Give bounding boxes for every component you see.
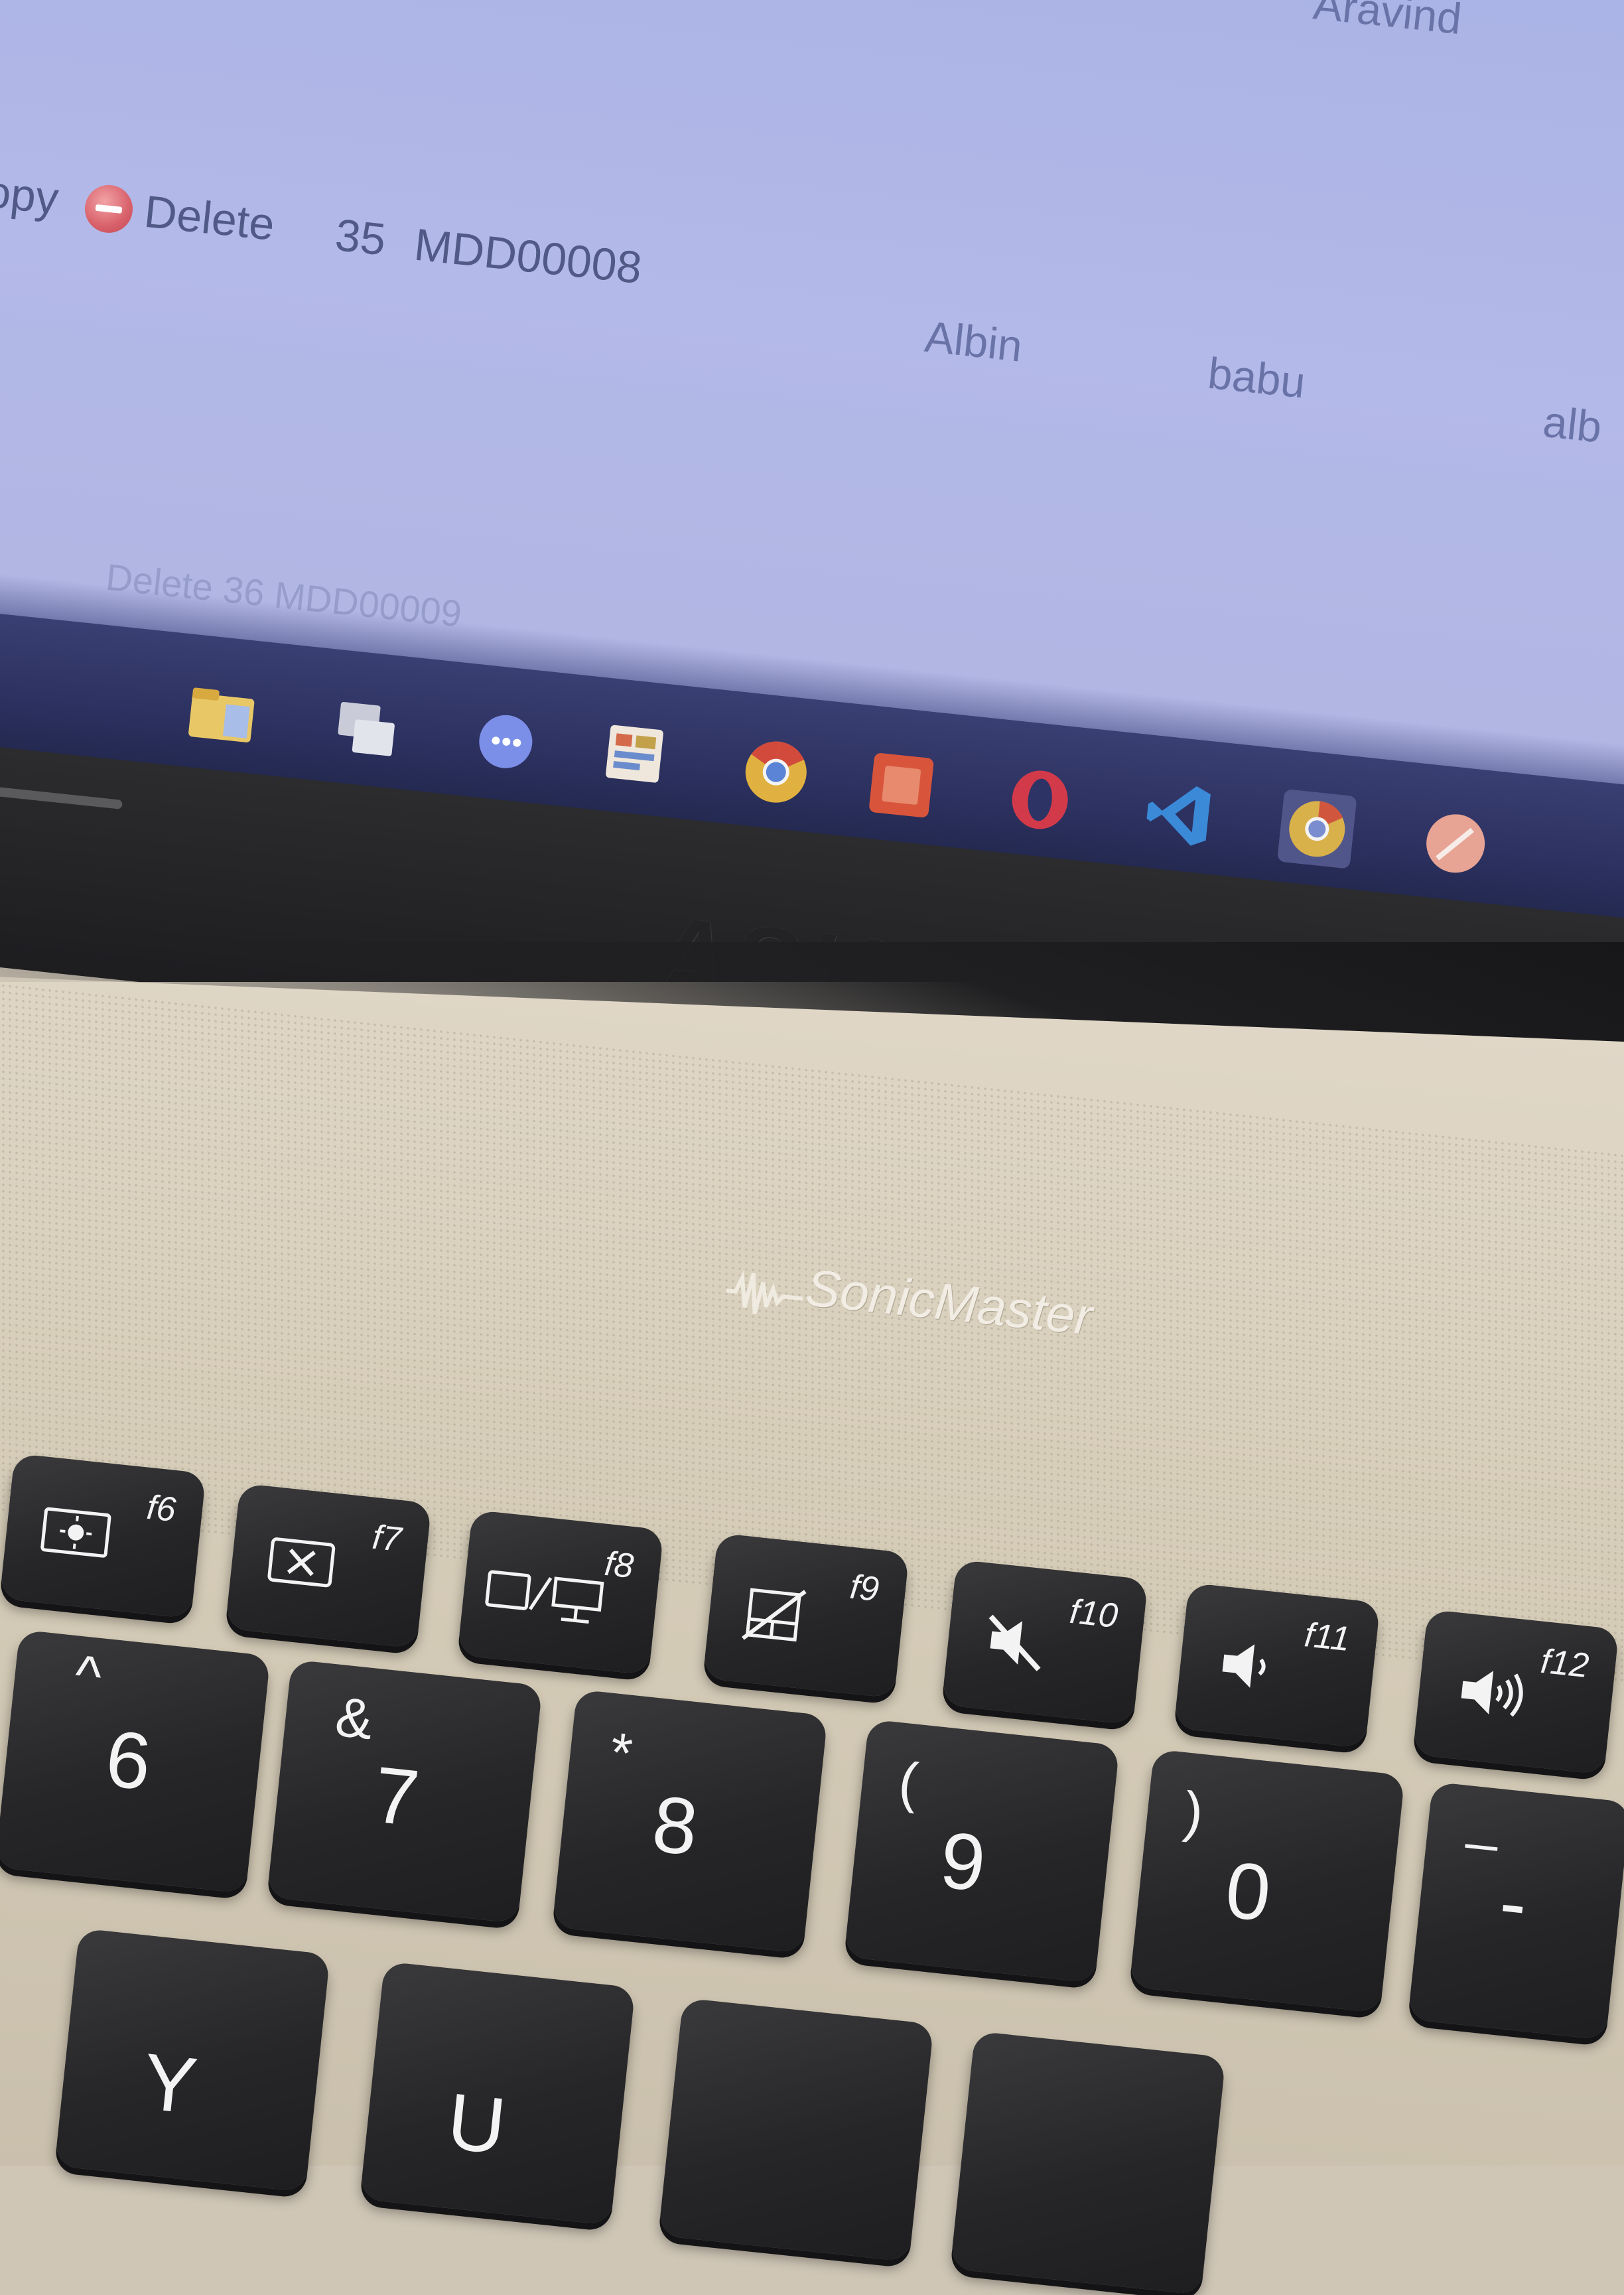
key-u-label: U: [443, 2076, 510, 2172]
volume-up-icon: [1461, 1671, 1523, 1717]
row-id-cell: 35: [332, 210, 388, 265]
volume-down-icon: [1222, 1644, 1266, 1688]
f6-label: f6: [145, 1488, 178, 1530]
key-minus-shift: _: [1465, 1786, 1503, 1852]
display-off-icon: [267, 1537, 336, 1588]
key-i[interactable]: [658, 1998, 934, 2262]
brightness-icon: [40, 1507, 111, 1558]
key-f12[interactable]: f12: [1412, 1609, 1619, 1775]
touchpad-toggle-icon: [742, 1588, 807, 1642]
vscode-icon[interactable]: [1138, 774, 1219, 855]
key-f8[interactable]: f8: [457, 1509, 664, 1675]
f9-label: f9: [848, 1567, 881, 1610]
key-f6[interactable]: f6: [0, 1453, 206, 1619]
key-0-main: 0: [1221, 1844, 1275, 1939]
key-0[interactable]: ) 0: [1129, 1749, 1405, 2013]
key-f10[interactable]: f10: [941, 1559, 1148, 1725]
key-6-main: 6: [102, 1714, 155, 1807]
f7-label: f7: [370, 1517, 403, 1560]
key-9-main: 9: [936, 1815, 990, 1909]
sonicmaster-wave-icon: [726, 1270, 803, 1314]
key-8-shift: *: [607, 1720, 636, 1785]
key-0-shift: ): [1181, 1779, 1207, 1844]
key-7[interactable]: & 7: [267, 1659, 543, 1923]
opera-icon[interactable]: [1000, 760, 1080, 840]
f8-label: f8: [602, 1544, 636, 1586]
key-8-main: 8: [648, 1779, 702, 1872]
email-cell: alb: [1540, 396, 1604, 452]
key-8[interactable]: * 8: [552, 1689, 828, 1953]
key-minus[interactable]: _ -: [1408, 1781, 1624, 2040]
key-9-shift: (: [896, 1750, 921, 1815]
f11-label: f11: [1302, 1616, 1352, 1659]
chrome-icon[interactable]: [736, 732, 816, 812]
key-o[interactable]: [950, 2031, 1226, 2295]
key-6[interactable]: ^ 6: [0, 1630, 271, 1894]
key-6-shift: ^: [72, 1643, 105, 1708]
last-name-cell: babu: [1205, 348, 1308, 407]
key-y[interactable]: Y: [54, 1928, 330, 2192]
task-view-icon[interactable]: [327, 689, 407, 769]
first-name-cell: Albin: [922, 311, 1025, 371]
projector-switch-icon: [485, 1570, 604, 1624]
mute-icon: [988, 1614, 1041, 1671]
app-grid-icon[interactable]: [597, 717, 677, 798]
key-u[interactable]: U: [360, 1961, 636, 2225]
key-7-main: 7: [370, 1750, 423, 1843]
office-icon[interactable]: [861, 745, 941, 825]
chat-icon[interactable]: [466, 703, 546, 784]
key-f7[interactable]: f7: [225, 1483, 432, 1649]
key-f9[interactable]: f9: [703, 1533, 910, 1699]
edit-icon[interactable]: [1416, 803, 1496, 884]
chrome-canary-icon[interactable]: [1277, 789, 1357, 869]
key-f11[interactable]: f11: [1174, 1582, 1381, 1748]
f12-label: f12: [1538, 1641, 1591, 1686]
key-7-shift: &: [332, 1685, 376, 1752]
f10-label: f10: [1067, 1592, 1120, 1636]
file-explorer-icon[interactable]: [182, 673, 262, 754]
key-y-label: Y: [139, 2036, 201, 2131]
key-9[interactable]: ( 9: [844, 1719, 1120, 1983]
key-minus-main: -: [1495, 1857, 1532, 1949]
